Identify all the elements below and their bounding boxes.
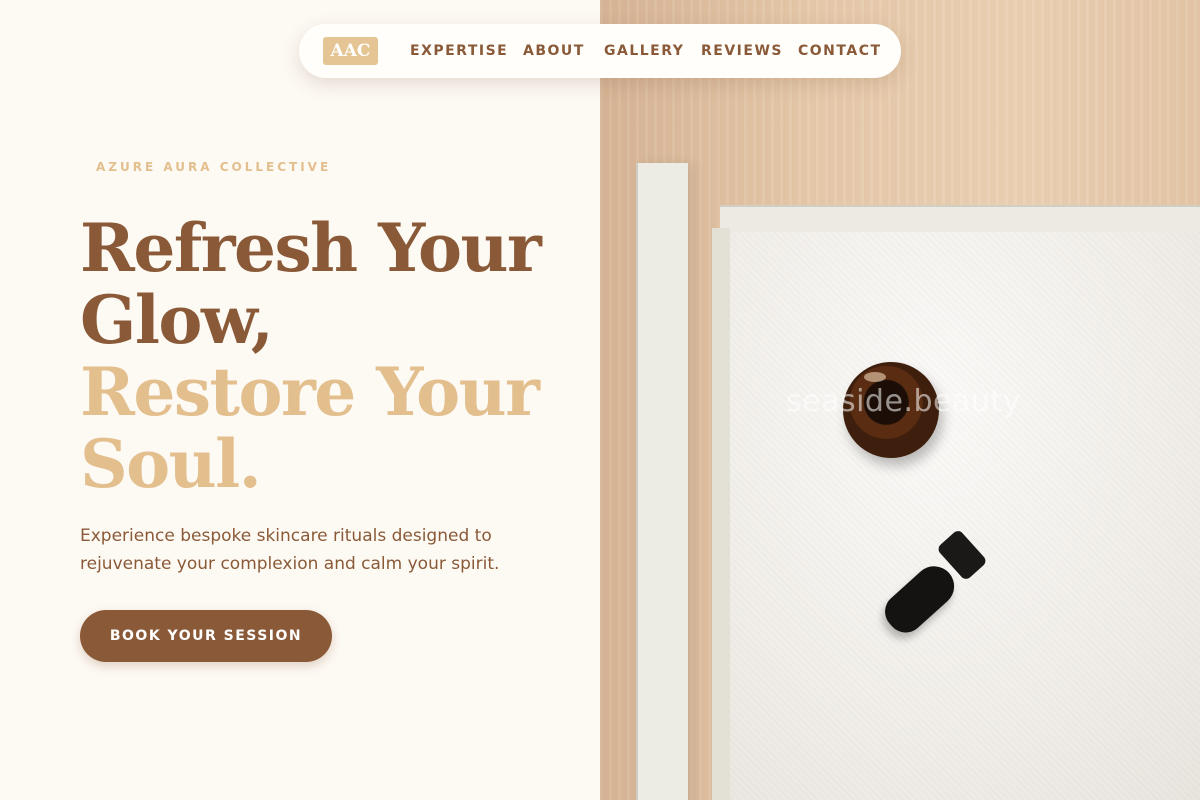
nav-link-reviews[interactable]: REVIEWS bbox=[701, 42, 783, 60]
nav-link-gallery[interactable]: GALLERY bbox=[604, 42, 684, 60]
tray-inner-edge bbox=[712, 228, 730, 800]
top-navigation: AAC EXPERTISE ABOUT GALLERY REVIEWS CONT… bbox=[299, 24, 901, 78]
hero-image: seaside.beauty bbox=[600, 0, 1200, 800]
towel bbox=[730, 232, 1200, 800]
nav-link-about[interactable]: ABOUT bbox=[523, 42, 585, 60]
hero-eyebrow: AZURE AURA COLLECTIVE bbox=[96, 160, 332, 174]
tray-frame-left bbox=[636, 163, 688, 800]
headline-line-2: Restore Your Soul. bbox=[80, 353, 540, 503]
hero-subtitle: Experience bespoke skincare rituals desi… bbox=[80, 526, 500, 574]
nav-link-contact[interactable]: CONTACT bbox=[798, 42, 882, 60]
headline-line-1: Refresh Your Glow, bbox=[80, 209, 542, 359]
tray-frame-top bbox=[720, 205, 1200, 235]
nav-link-expertise[interactable]: EXPERTISE bbox=[410, 42, 508, 60]
bottle-highlight bbox=[864, 372, 886, 382]
brand-logo[interactable]: AAC bbox=[323, 37, 378, 65]
hero-headline: Refresh Your Glow, Restore Your Soul. bbox=[80, 212, 580, 500]
image-watermark: seaside.beauty bbox=[786, 384, 1021, 419]
book-session-button[interactable]: BOOK YOUR SESSION bbox=[80, 610, 332, 662]
